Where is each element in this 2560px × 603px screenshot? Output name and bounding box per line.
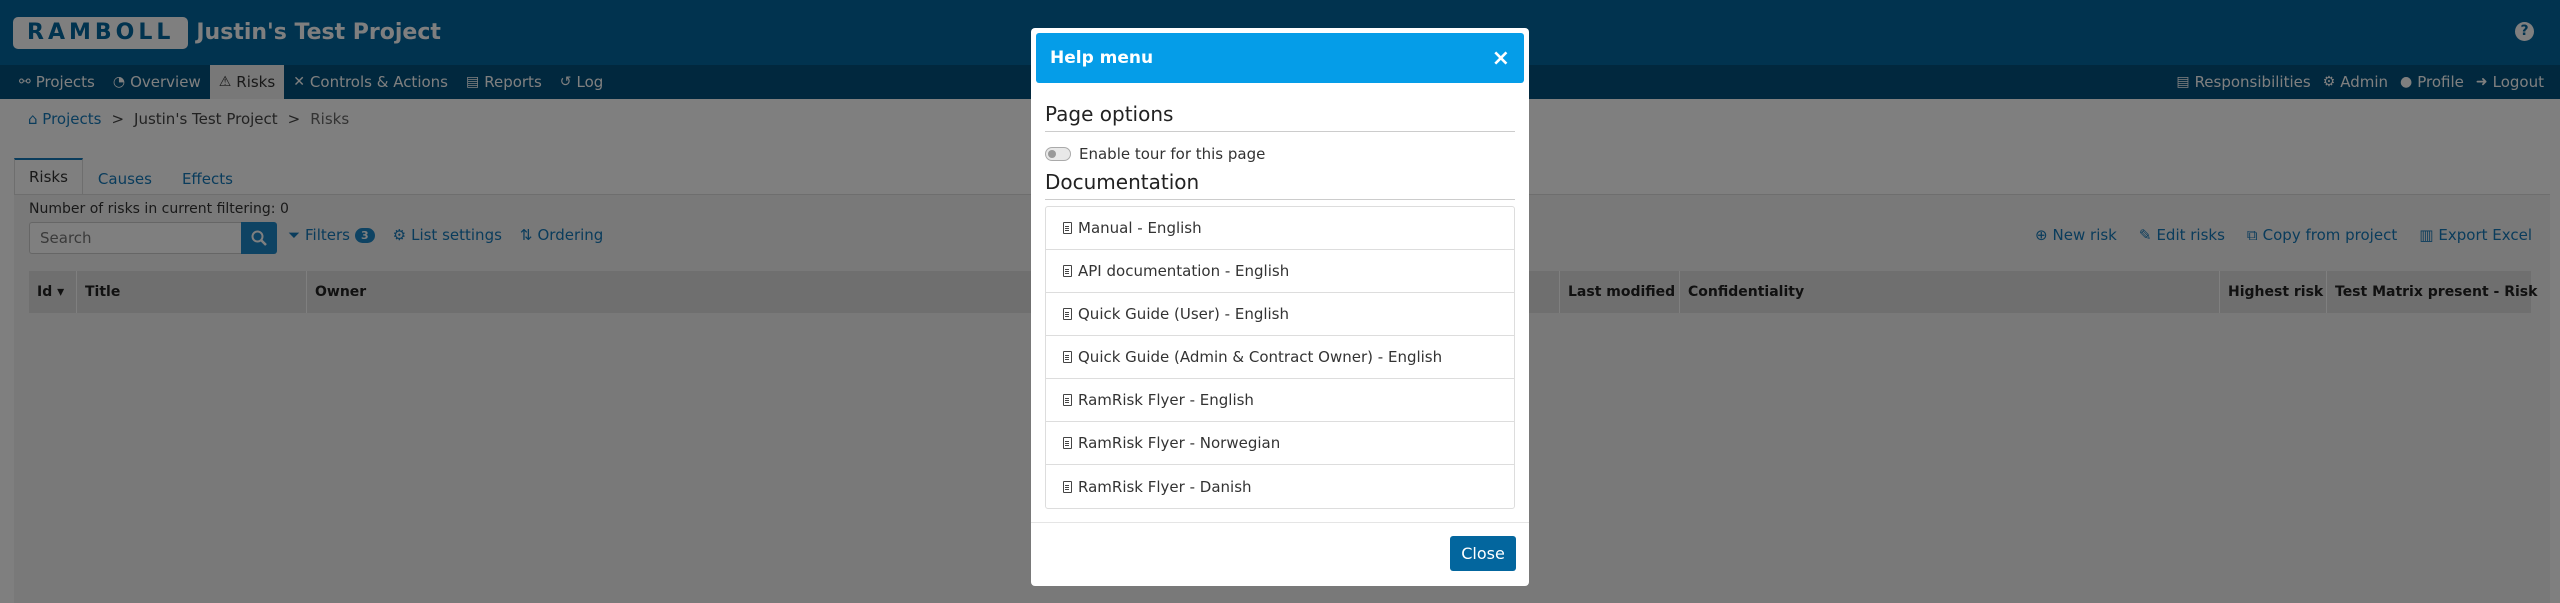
modal-header: Help menu × (1036, 33, 1524, 83)
tour-toggle-switch[interactable] (1045, 147, 1071, 161)
file-icon (1063, 222, 1072, 234)
doc-label: Quick Guide (Admin & Contract Owner) - E… (1078, 348, 1443, 366)
doc-flyer-danish[interactable]: RamRisk Flyer - Danish (1046, 465, 1514, 508)
file-icon (1063, 394, 1072, 406)
modal-title: Help menu (1050, 48, 1154, 68)
doc-manual-english[interactable]: Manual - English (1046, 207, 1514, 250)
modal-footer-divider (1031, 522, 1529, 523)
doc-label: Quick Guide (User) - English (1078, 305, 1290, 323)
doc-flyer-english[interactable]: RamRisk Flyer - English (1046, 379, 1514, 422)
file-icon (1063, 351, 1072, 363)
page-options-heading: Page options (1045, 102, 1174, 126)
close-icon[interactable]: × (1492, 46, 1510, 71)
documentation-list: Manual - English API documentation - Eng… (1045, 206, 1515, 509)
tour-toggle-label: Enable tour for this page (1079, 145, 1266, 163)
doc-flyer-norwegian[interactable]: RamRisk Flyer - Norwegian (1046, 422, 1514, 465)
file-icon (1063, 265, 1072, 277)
file-icon (1063, 437, 1072, 449)
doc-label: RamRisk Flyer - Danish (1078, 477, 1252, 496)
close-button[interactable]: Close (1450, 536, 1516, 571)
doc-label: Manual - English (1078, 219, 1202, 237)
tour-toggle-row: Enable tour for this page (1045, 145, 1265, 163)
section-divider (1045, 131, 1515, 132)
doc-api-documentation[interactable]: API documentation - English (1046, 250, 1514, 293)
doc-quick-guide-user[interactable]: Quick Guide (User) - English (1046, 293, 1514, 336)
file-icon (1063, 480, 1072, 493)
doc-quick-guide-admin[interactable]: Quick Guide (Admin & Contract Owner) - E… (1046, 336, 1514, 379)
doc-label: RamRisk Flyer - Norwegian (1078, 434, 1281, 452)
file-icon (1063, 308, 1072, 320)
help-menu-modal: Help menu × Page options Enable tour for… (1031, 28, 1529, 586)
section-divider (1045, 199, 1515, 200)
doc-label: API documentation - English (1078, 262, 1290, 280)
doc-label: RamRisk Flyer - English (1078, 391, 1254, 409)
documentation-heading: Documentation (1045, 170, 1200, 194)
